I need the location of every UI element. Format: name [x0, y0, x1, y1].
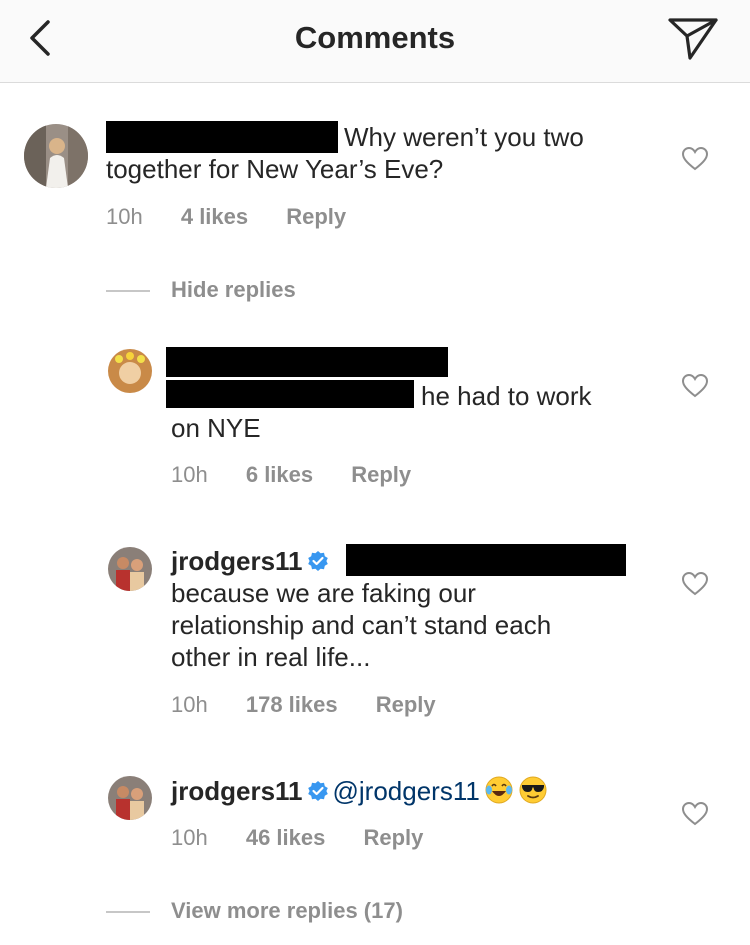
- heart-icon: [681, 801, 709, 826]
- heart-icon: [681, 571, 709, 596]
- header-bar: Comments: [0, 0, 750, 83]
- avatar[interactable]: [24, 124, 88, 188]
- like-button[interactable]: [681, 373, 709, 399]
- sunglasses-emoji-icon: [519, 776, 547, 804]
- comment-meta: 10h 6 likes Reply: [171, 462, 411, 488]
- comment-meta: 10h 4 likes Reply: [106, 204, 346, 230]
- timestamp: 10h: [106, 204, 143, 229]
- comment-text-line: because we are faking our: [171, 578, 476, 608]
- likes-count[interactable]: 6 likes: [246, 462, 313, 487]
- likes-count[interactable]: 4 likes: [181, 204, 248, 229]
- comment-text-line: he had to work: [421, 381, 592, 411]
- comment-text-line: relationship and can’t stand each: [171, 610, 552, 640]
- comment-text-line: Why weren’t you two: [344, 122, 584, 152]
- divider-line: [106, 911, 150, 913]
- hide-replies-button[interactable]: Hide replies: [171, 277, 296, 303]
- like-button[interactable]: [681, 571, 709, 597]
- reply-button[interactable]: Reply: [363, 825, 423, 850]
- username-link[interactable]: jrodgers11: [171, 776, 303, 806]
- redacted-username: [166, 347, 448, 377]
- timestamp: 10h: [171, 825, 208, 850]
- comment-meta: 10h 178 likes Reply: [171, 692, 436, 718]
- tears-of-joy-emoji-icon: [485, 776, 513, 804]
- share-button[interactable]: [666, 14, 720, 64]
- comment-text-line: on NYE: [171, 413, 261, 443]
- timestamp: 10h: [171, 462, 208, 487]
- comment-text-line: jrodgers11 @jrodgers11: [171, 775, 548, 807]
- comment-meta: 10h 46 likes Reply: [171, 825, 423, 851]
- username-link[interactable]: jrodgers11: [171, 546, 303, 576]
- comment-text-line: together for New Year’s Eve?: [106, 154, 444, 184]
- comment-header: jrodgers11: [171, 545, 333, 577]
- timestamp: 10h: [171, 692, 208, 717]
- verified-badge-icon: [307, 781, 328, 801]
- avatar[interactable]: [108, 776, 152, 820]
- divider-line: [106, 290, 150, 292]
- verified-badge-icon: [307, 551, 328, 571]
- likes-count[interactable]: 46 likes: [246, 825, 326, 850]
- reply-button[interactable]: Reply: [351, 462, 411, 487]
- heart-icon: [681, 146, 709, 171]
- avatar[interactable]: [108, 349, 152, 393]
- mention-link[interactable]: @jrodgers11: [333, 776, 480, 806]
- view-more-replies-button[interactable]: View more replies (17): [171, 898, 403, 924]
- redacted-username: [106, 121, 338, 153]
- like-button[interactable]: [681, 801, 709, 827]
- heart-icon: [681, 373, 709, 398]
- redacted-mention: [166, 380, 414, 408]
- comment-text-line: other in real life...: [171, 642, 371, 672]
- like-button[interactable]: [681, 146, 709, 172]
- page-title: Comments: [294, 20, 456, 55]
- likes-count[interactable]: 178 likes: [246, 692, 338, 717]
- reply-button[interactable]: Reply: [286, 204, 346, 229]
- reply-button[interactable]: Reply: [376, 692, 436, 717]
- paper-plane-icon: [668, 18, 718, 60]
- redacted-mention: [346, 544, 626, 576]
- avatar[interactable]: [108, 547, 152, 591]
